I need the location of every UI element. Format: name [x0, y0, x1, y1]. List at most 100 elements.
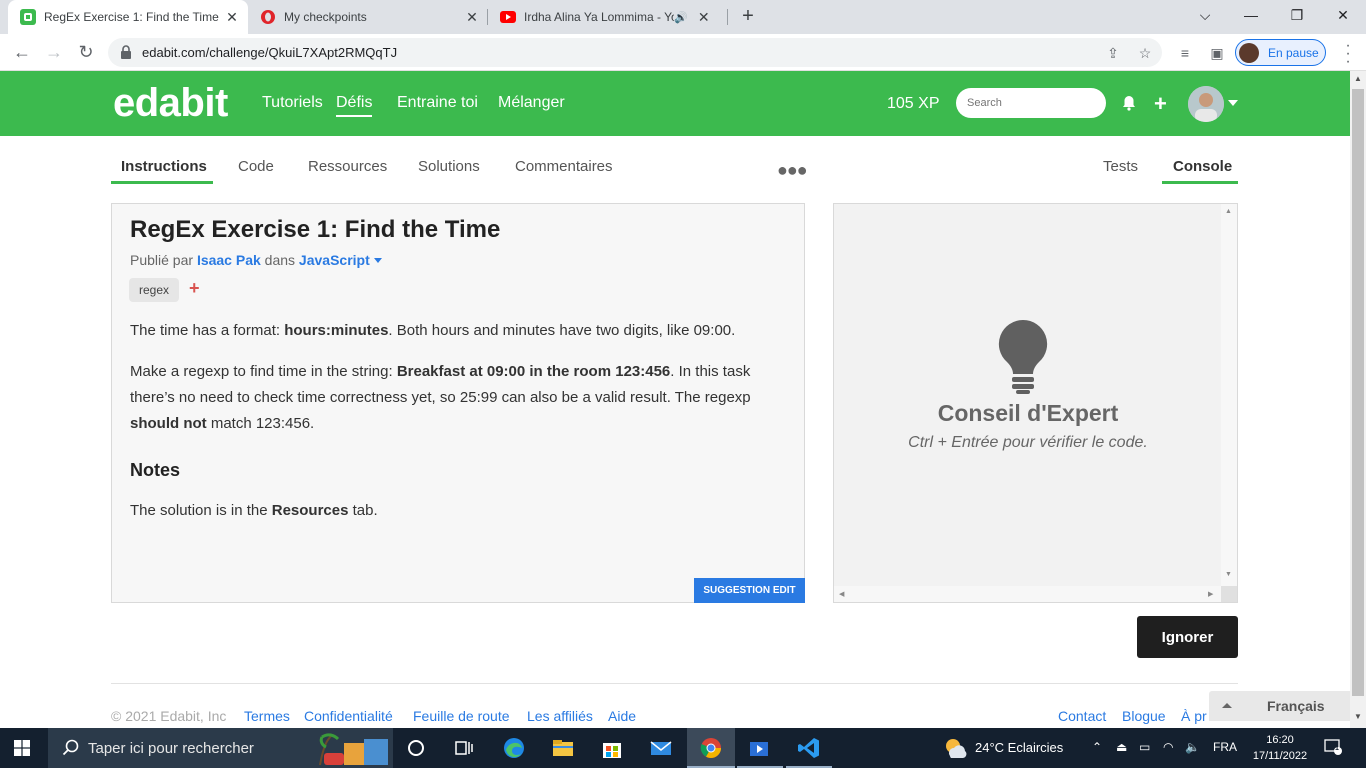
- nav-defis[interactable]: Défis: [336, 94, 373, 117]
- minimize-icon[interactable]: —: [1228, 0, 1274, 30]
- tab-tests[interactable]: Tests: [1103, 158, 1138, 175]
- language-up-caret-icon[interactable]: [1222, 703, 1232, 708]
- vscode-icon[interactable]: [797, 736, 821, 760]
- scrollbar-corner: [1221, 586, 1237, 602]
- page-scrollbar[interactable]: ▲ ▼: [1350, 71, 1366, 728]
- mail-icon[interactable]: [649, 736, 673, 760]
- profile-chip[interactable]: En pause: [1235, 39, 1326, 66]
- usb-icon[interactable]: ⏏: [1116, 740, 1127, 754]
- microsoft-store-icon[interactable]: [600, 736, 624, 760]
- taskbar-clock[interactable]: 16:20 17/11/2022: [1250, 732, 1310, 764]
- weather-text[interactable]: 24°C Eclaircies: [975, 740, 1063, 755]
- language-caret-icon[interactable]: [373, 258, 382, 263]
- footer-link-termes[interactable]: Termes: [244, 708, 290, 724]
- tab-commentaires[interactable]: Commentaires: [515, 158, 613, 175]
- tag-regex[interactable]: regex: [129, 278, 180, 302]
- scroll-down-arrow-icon[interactable]: ▼: [1225, 571, 1232, 578]
- byline: Publié par Isaac Pak dans JavaScript: [130, 252, 382, 268]
- active-tab-underline: [1162, 181, 1238, 184]
- bookmark-star-icon[interactable]: ☆: [1136, 44, 1154, 62]
- site-header: edabit Tutoriels Défis Entraine toi Méla…: [0, 71, 1350, 136]
- xp-counter: 105 XP: [887, 95, 940, 112]
- close-tab-icon[interactable]: ✕: [222, 9, 242, 26]
- task-view-icon[interactable]: [452, 736, 476, 760]
- user-menu-caret-icon[interactable]: [1228, 100, 1238, 106]
- nav-melanger[interactable]: Mélanger: [498, 94, 565, 112]
- language-selector[interactable]: Français: [1209, 691, 1350, 721]
- create-plus-icon[interactable]: +: [1154, 91, 1167, 117]
- chrome-icon: [700, 738, 721, 758]
- notifications-bell-icon[interactable]: [1121, 95, 1137, 111]
- tab-solutions[interactable]: Solutions: [418, 158, 480, 175]
- scroll-left-arrow-icon[interactable]: ◀: [839, 590, 844, 598]
- page-scroll-up-icon[interactable]: ▲: [1353, 74, 1363, 83]
- more-options-icon[interactable]: ●●●: [777, 160, 808, 181]
- side-panel-icon[interactable]: ▣: [1208, 44, 1226, 62]
- close-tab-icon[interactable]: ✕: [694, 9, 714, 26]
- share-icon[interactable]: ⇪: [1104, 44, 1122, 62]
- windows-start-icon[interactable]: [14, 740, 30, 756]
- tab-console[interactable]: Console: [1173, 158, 1232, 175]
- nav-entraine-toi[interactable]: Entraine toi: [397, 94, 478, 112]
- back-icon[interactable]: ←: [10, 40, 34, 64]
- close-tab-icon[interactable]: ✕: [462, 9, 482, 26]
- footer-link-blogue[interactable]: Blogue: [1122, 708, 1166, 724]
- tab-code[interactable]: Code: [238, 158, 274, 175]
- footer-link-confidentialite[interactable]: Confidentialité: [304, 708, 393, 724]
- lock-icon[interactable]: [120, 45, 132, 59]
- video-editor-icon[interactable]: [747, 736, 771, 760]
- challenge-title: RegEx Exercise 1: Find the Time: [130, 216, 501, 243]
- close-window-icon[interactable]: ✕: [1320, 0, 1366, 30]
- wifi-icon[interactable]: ◠: [1163, 740, 1173, 754]
- media-control-icon[interactable]: ≡: [1176, 44, 1194, 62]
- speaker-icon[interactable]: 🔊: [674, 11, 688, 24]
- console-vertical-scrollbar[interactable]: ▲ ▼: [1221, 204, 1237, 586]
- restore-icon[interactable]: ❐: [1274, 0, 1320, 30]
- browser-tab-edabit[interactable]: RegEx Exercise 1: Find the Time / ✕: [8, 0, 248, 34]
- language-link[interactable]: JavaScript: [299, 252, 370, 268]
- battery-icon[interactable]: ▭: [1139, 740, 1150, 754]
- page-scrollbar-thumb[interactable]: [1352, 89, 1364, 696]
- add-tag-plus-icon[interactable]: +: [189, 278, 200, 299]
- clock-date: 17/11/2022: [1252, 750, 1308, 762]
- show-hidden-icons-icon[interactable]: ⌃: [1092, 740, 1102, 754]
- page-scroll-down-icon[interactable]: ▼: [1353, 712, 1363, 721]
- edabit-logo[interactable]: edabit: [113, 81, 228, 126]
- nav-tutoriels[interactable]: Tutoriels: [262, 94, 323, 112]
- footer-link-contact[interactable]: Contact: [1058, 708, 1106, 724]
- forward-icon[interactable]: →: [42, 40, 66, 64]
- lightbulb-icon: [998, 319, 1048, 394]
- suggest-edit-button[interactable]: SUGGESTION EDIT: [694, 578, 805, 603]
- browser-tab-checkpoints[interactable]: My checkpoints ✕: [248, 0, 488, 34]
- chrome-taskbar-button[interactable]: [687, 728, 735, 768]
- user-avatar[interactable]: [1188, 86, 1224, 122]
- reload-icon[interactable]: ↻: [74, 40, 98, 64]
- footer-link-a-propos[interactable]: À pr: [1181, 708, 1207, 724]
- footer-link-feuille-de-route[interactable]: Feuille de route: [413, 708, 510, 724]
- action-center-icon[interactable]: 1: [1324, 739, 1342, 755]
- browser-tab-youtube[interactable]: Irdha Alina Ya Lommima - Yo 🔊 ✕: [488, 0, 728, 34]
- footer-link-aide[interactable]: Aide: [608, 708, 636, 724]
- taskbar-search[interactable]: Taper ici pour rechercher: [48, 728, 393, 768]
- ignore-button[interactable]: Ignorer: [1137, 616, 1238, 658]
- footer-link-affilies[interactable]: Les affiliés: [527, 708, 593, 724]
- input-language[interactable]: FRA: [1213, 740, 1237, 754]
- published-by-label: Publié par: [130, 252, 194, 268]
- scroll-up-arrow-icon[interactable]: ▲: [1225, 208, 1232, 215]
- address-bar[interactable]: edabit.com/challenge/QkuiL7XApt2RMQqTJ ⇪…: [108, 38, 1162, 67]
- site-search-input[interactable]: [956, 88, 1106, 118]
- tab-search-chevron-icon[interactable]: ⌵: [1182, 0, 1228, 30]
- volume-icon[interactable]: 🔈: [1185, 740, 1200, 754]
- notes-paragraph: The solution is in the Resources tab.: [130, 502, 378, 519]
- edge-icon[interactable]: [502, 736, 526, 760]
- new-tab-icon[interactable]: +: [737, 5, 759, 27]
- weather-icon[interactable]: [942, 736, 968, 760]
- scroll-right-arrow-icon[interactable]: ▶: [1208, 590, 1213, 598]
- cortana-icon[interactable]: [404, 736, 428, 760]
- tab-instructions[interactable]: Instructions: [121, 158, 207, 175]
- browser-menu-icon[interactable]: · · ·: [1342, 38, 1354, 70]
- console-horizontal-scrollbar[interactable]: ◀ ▶: [834, 586, 1222, 602]
- file-explorer-icon[interactable]: [551, 736, 575, 760]
- tab-ressources[interactable]: Ressources: [308, 158, 387, 175]
- author-link[interactable]: Isaac Pak: [197, 252, 261, 268]
